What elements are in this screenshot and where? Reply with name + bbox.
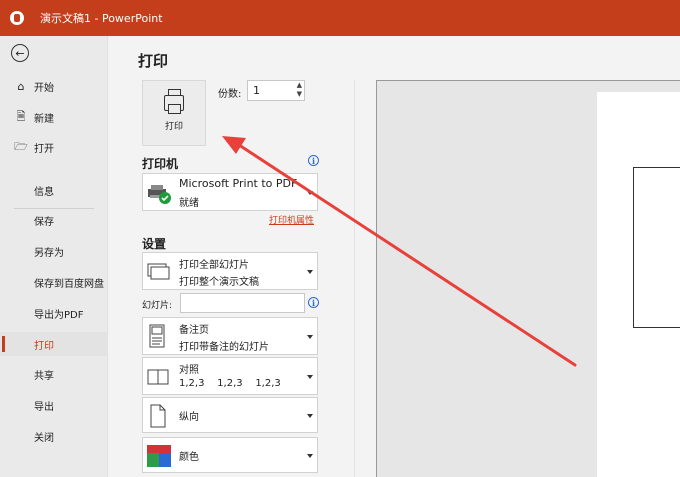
sidebar-item-export[interactable]: 导出 xyxy=(0,393,108,417)
color-title: 颜色 xyxy=(179,452,199,463)
copies-value: 1 xyxy=(253,84,260,97)
sidebar-item-share[interactable]: 共享 xyxy=(0,362,108,386)
copies-spinner-icon[interactable]: ▲ ▼ xyxy=(297,81,302,99)
new-document-icon: 🗎 xyxy=(16,109,26,123)
color-swatch-icon xyxy=(147,445,171,467)
collated-icon xyxy=(147,369,169,385)
sidebar-item-label: 共享 xyxy=(34,370,54,382)
sidebar-item-home[interactable]: ⌂ 开始 xyxy=(0,74,108,98)
sidebar-item-open[interactable]: 🗁 打开 xyxy=(0,135,108,159)
layout-subtitle: 打印带备注的幻灯片 xyxy=(179,342,269,353)
orientation-title: 纵向 xyxy=(179,412,199,423)
printer-name: Microsoft Print to PDF xyxy=(179,177,298,190)
print-range-dropdown[interactable]: 打印全部幻灯片 打印整个演示文稿 xyxy=(142,252,318,290)
sidebar-item-export-pdf[interactable]: 导出为PDF xyxy=(0,301,108,325)
sidebar-item-label: 关闭 xyxy=(34,432,54,444)
copies-label: 份数: xyxy=(218,89,242,100)
chevron-down-icon xyxy=(307,191,313,195)
sidebar-item-save-to-baidu[interactable]: 保存到百度网盘 xyxy=(0,270,108,294)
collate-title: 对照 xyxy=(179,365,199,376)
slides-value xyxy=(181,294,304,300)
chevron-down-icon xyxy=(307,270,313,274)
chevron-down-icon xyxy=(307,335,313,339)
sidebar-item-print[interactable]: 打印 xyxy=(0,332,108,356)
sidebar-item-label: 打印 xyxy=(34,340,54,352)
slides-label: 幻灯片: xyxy=(142,301,173,311)
printer-dropdown[interactable]: Microsoft Print to PDF 就绪 xyxy=(142,173,318,211)
print-range-title: 打印全部幻灯片 xyxy=(179,260,249,271)
sidebar-item-save-as[interactable]: 另存为 xyxy=(0,239,108,263)
printer-info-icon[interactable]: i xyxy=(308,155,319,166)
backstage-sidebar: ← ⌂ 开始 🗎 新建 🗁 打开 信息 保存 另存为 保存到百度网盘 导出为PD… xyxy=(0,36,108,477)
slides-info-icon[interactable]: i xyxy=(308,297,319,308)
chevron-down-icon xyxy=(307,454,313,458)
sidebar-item-label: 信息 xyxy=(34,186,54,198)
home-icon: ⌂ xyxy=(17,79,25,93)
portrait-orientation-icon xyxy=(150,404,166,428)
sidebar-item-close[interactable]: 关闭 xyxy=(0,424,108,448)
sidebar-item-label: 保存 xyxy=(34,216,54,228)
window-title: 演示文稿1 - PowerPoint xyxy=(40,12,163,25)
printer-status: 就绪 xyxy=(179,198,199,209)
page-title: 打印 xyxy=(138,52,169,70)
printer-icon xyxy=(164,88,184,114)
orientation-dropdown[interactable]: 纵向 xyxy=(142,397,318,433)
slides-stack-icon xyxy=(147,263,170,280)
sidebar-item-label: 导出 xyxy=(34,401,54,413)
layout-dropdown[interactable]: 备注页 打印带备注的幻灯片 xyxy=(142,317,318,355)
sidebar-item-label: 开始 xyxy=(34,82,54,94)
settings-heading: 设置 xyxy=(142,237,167,251)
back-arrow-icon[interactable]: ← xyxy=(11,44,29,62)
chevron-down-icon xyxy=(307,414,313,418)
copies-input[interactable]: 1 ▲ ▼ xyxy=(247,80,305,101)
notes-page-icon xyxy=(149,324,165,348)
print-button[interactable]: 打印 xyxy=(142,80,206,146)
sidebar-item-label: 打开 xyxy=(34,143,54,155)
collate-subtitle: 1,2,3 1,2,3 1,2,3 xyxy=(179,378,281,389)
sidebar-item-label: 导出为PDF xyxy=(34,309,84,321)
sidebar-item-new[interactable]: 🗎 新建 xyxy=(0,105,108,129)
printer-properties-link[interactable]: 打印机属性 xyxy=(269,213,314,226)
folder-open-icon: 🗁 xyxy=(14,139,28,153)
sidebar-item-info[interactable]: 信息 xyxy=(0,178,108,202)
sidebar-item-label: 保存到百度网盘 xyxy=(34,278,104,290)
collate-dropdown[interactable]: 对照 1,2,3 1,2,3 1,2,3 xyxy=(142,357,318,395)
printer-heading: 打印机 xyxy=(142,157,179,171)
print-range-subtitle: 打印整个演示文稿 xyxy=(179,277,259,288)
print-button-label: 打印 xyxy=(164,121,183,132)
panel-divider xyxy=(354,80,355,477)
sidebar-item-label: 新建 xyxy=(34,113,54,125)
preview-slide-frame xyxy=(633,167,680,328)
printer-ready-icon xyxy=(148,185,171,204)
sidebar-item-label: 另存为 xyxy=(34,247,64,259)
sidebar-item-save[interactable]: 保存 xyxy=(0,208,108,232)
chevron-down-icon xyxy=(307,375,313,379)
color-dropdown[interactable]: 颜色 xyxy=(142,437,318,473)
title-bar: 演示文稿1 - PowerPoint xyxy=(0,0,680,36)
powerpoint-logo-icon xyxy=(10,11,24,25)
slides-input[interactable] xyxy=(180,293,305,313)
layout-title: 备注页 xyxy=(179,325,209,336)
